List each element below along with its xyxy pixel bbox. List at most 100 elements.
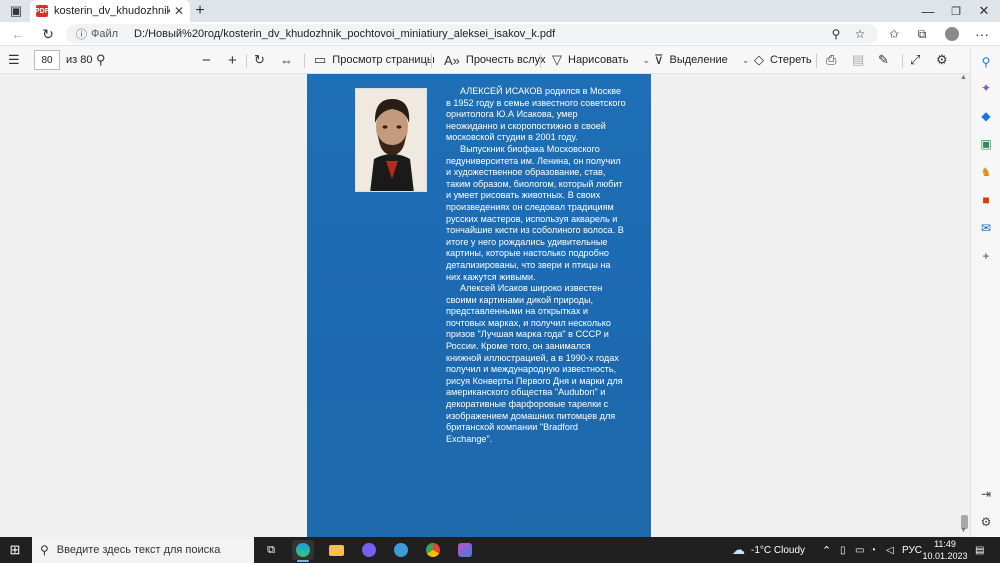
sidebar-settings-icon[interactable]: ⚙	[978, 514, 994, 530]
read-aloud-label: Прочесть вслух	[465, 54, 546, 66]
eraser-icon: ◇	[754, 52, 764, 67]
bio-paragraph-1: АЛЕКСЕЙ ИСАКОВ родился в Москве в 1952 г…	[446, 86, 626, 143]
tray-devices-icon[interactable]: ▯	[840, 537, 846, 563]
chrome-app-icon[interactable]	[422, 540, 444, 560]
info-icon: ⓘ	[76, 29, 87, 41]
rotate-icon[interactable]: ↻	[254, 50, 271, 70]
task-view-icon[interactable]: ⧉	[260, 540, 282, 560]
volume-icon[interactable]: ◁	[886, 537, 894, 563]
more-menu-button[interactable]: ···	[972, 25, 992, 43]
tab-pdf[interactable]: PDF kosterin_dv_khudozhnik_pochtovoi_min…	[30, 0, 190, 22]
battery-icon[interactable]: ▭	[855, 537, 864, 563]
refresh-icon[interactable]: ↻	[38, 25, 58, 43]
tab-close-button[interactable]: ✕	[174, 4, 184, 18]
weather-widget[interactable]: ☁ -1°C Cloudy	[732, 537, 805, 563]
maximize-button[interactable]: ❐	[946, 2, 966, 20]
divider	[902, 54, 903, 68]
scrollbar[interactable]: ▲ ▼	[958, 74, 970, 537]
favorite-add-icon[interactable]: ☆	[850, 25, 870, 43]
windows-start-icon[interactable]: ⊞	[4, 540, 26, 560]
bio-paragraph-3: Алексей Исаков широко известен своими ка…	[446, 283, 623, 444]
zoom-out-icon[interactable]: −	[202, 50, 217, 70]
chevron-down-icon[interactable]: ⌄	[642, 55, 650, 66]
language-indicator[interactable]: РУС	[902, 537, 922, 563]
highlight-button[interactable]: ⊽ Выделение ⌄	[654, 50, 749, 70]
new-tab-button[interactable]: +	[190, 2, 210, 20]
zoom-icon[interactable]: ⚲	[826, 25, 846, 43]
divider	[816, 54, 817, 68]
sidebar-office-icon[interactable]: ■	[978, 192, 994, 208]
profile-avatar[interactable]	[942, 25, 962, 43]
search-icon: ⚲	[40, 543, 49, 557]
address-url: D:/Новый%20год/kosterin_dv_khudozhnik_po…	[134, 28, 556, 40]
pdf-page: АЛЕКСЕЙ ИСАКОВ родился в Москве в 1952 г…	[307, 74, 651, 537]
draw-button[interactable]: ▽ Нарисовать ⌄	[552, 50, 650, 70]
clock[interactable]: 11:49 10.01.2023	[922, 537, 968, 563]
read-aloud-icon: A»	[444, 52, 460, 68]
divider	[540, 54, 541, 68]
close-window-button[interactable]: ✕	[974, 2, 994, 20]
divider	[431, 54, 432, 68]
edge-app-icon[interactable]	[292, 540, 314, 562]
divider	[304, 54, 305, 68]
viber-app-icon[interactable]	[358, 540, 380, 560]
favorites-icon[interactable]: ✩	[884, 25, 904, 43]
sidebar-hide-icon[interactable]: ⇥	[978, 486, 994, 502]
highlight-icon: ⊽	[654, 52, 664, 67]
sidebar-outlook-icon[interactable]: ✉	[978, 220, 994, 236]
page-view-button[interactable]: ▭ Просмотр страницы	[314, 50, 435, 70]
save-icon[interactable]: ▤	[852, 50, 870, 70]
settings-gear-icon[interactable]: ⚙	[936, 50, 954, 70]
page-number-input[interactable]: 80	[34, 50, 60, 70]
erase-label: Стереть	[770, 54, 812, 66]
weather-text: -1°C Cloudy	[751, 544, 806, 556]
zoom-in-icon[interactable]: +	[228, 50, 243, 70]
pdf-viewer[interactable]: АЛЕКСЕЙ ИСАКОВ родился в Москве в 1952 г…	[0, 74, 970, 537]
page-view-label: Просмотр страницы	[332, 54, 435, 66]
scroll-down-arrow-icon[interactable]: ▼	[960, 527, 967, 534]
print-icon[interactable]: ⎙	[826, 50, 842, 70]
scroll-up-arrow-icon[interactable]: ▲	[960, 74, 967, 81]
tab-actions-icon[interactable]: ▣	[6, 2, 26, 20]
portrait-image	[356, 89, 426, 191]
notifications-icon[interactable]: ▤	[975, 537, 984, 563]
network-icon[interactable]: ◔	[870, 537, 876, 563]
sidebar-games-icon[interactable]: ♞	[978, 164, 994, 180]
read-aloud-button[interactable]: A» Прочесть вслух	[444, 50, 546, 70]
telegram-app-icon[interactable]	[390, 540, 412, 560]
clock-time: 11:49	[934, 539, 956, 549]
collections-icon[interactable]: ⧉	[912, 25, 932, 43]
fit-page-icon[interactable]: ⇔	[280, 50, 299, 70]
author-photo	[355, 88, 427, 192]
page-total: из 80	[66, 54, 93, 66]
fullscreen-icon[interactable]: ⤢	[910, 50, 926, 70]
chevron-down-icon[interactable]: ⌄	[742, 55, 750, 66]
sidebar-shopping-icon[interactable]: ◆	[978, 108, 994, 124]
draw-label: Нарисовать	[568, 54, 629, 66]
erase-button[interactable]: ◇ Стереть	[754, 50, 812, 70]
address-file-label: Файл	[91, 28, 119, 40]
bio-paragraph-2: Выпускник биофака Московского педуниверс…	[446, 143, 624, 282]
pdf-file-icon: PDF	[35, 5, 49, 17]
back-arrow-icon[interactable]: ←	[8, 25, 28, 43]
title-bar: ▣ PDF kosterin_dv_khudozhnik_pochtovoi_m…	[0, 0, 1000, 22]
sidebar-search-icon[interactable]: ⚲	[978, 54, 994, 70]
page-view-icon: ▭	[314, 52, 327, 67]
sidebar-add-icon[interactable]: +	[978, 248, 994, 264]
save-as-icon[interactable]: ✎	[878, 50, 895, 70]
minimize-button[interactable]: —	[918, 2, 938, 20]
paint-app-icon[interactable]	[454, 540, 476, 560]
file-explorer-icon[interactable]	[325, 540, 347, 560]
cloud-icon: ☁	[732, 542, 745, 557]
highlight-label: Выделение	[669, 54, 728, 66]
biography-text: АЛЕКСЕЙ ИСАКОВ родился в Москве в 1952 г…	[446, 86, 626, 445]
tray-chevron-up-icon[interactable]: ⌃	[822, 537, 831, 563]
find-search-icon[interactable]: ⚲	[96, 50, 112, 70]
url-field[interactable]: ⓘ Файл D:/Новый%20год/kosterin_dv_khudoz…	[66, 24, 878, 44]
pdf-toolbar: ☰ 80 из 80 ⚲ − + ↻ ⇔ ▭ Просмотр страницы …	[0, 46, 970, 74]
contents-list-icon[interactable]: ☰	[8, 50, 26, 70]
taskbar-search[interactable]: ⚲ Введите здесь текст для поиска	[32, 537, 254, 563]
sidebar-tools-icon[interactable]: ▣	[978, 136, 994, 152]
clock-date: 10.01.2023	[922, 551, 968, 561]
sidebar-copilot-icon[interactable]: ✦	[978, 80, 994, 96]
